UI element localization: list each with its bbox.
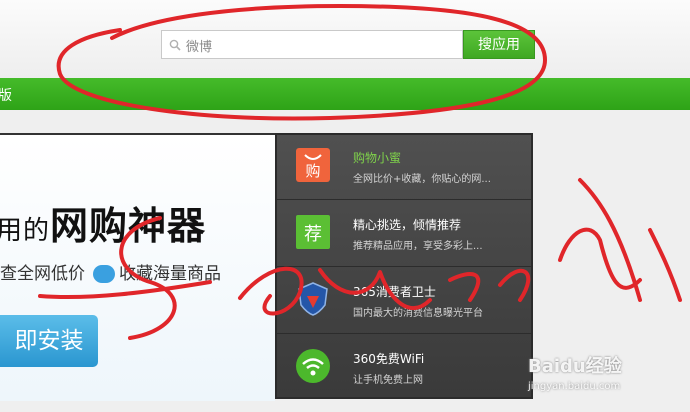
baidu-watermark-url: jingyan.baidu.com: [528, 381, 621, 392]
promo-banner[interactable]: 用的网购神器 查全网低价 收藏海量商品 即安装: [0, 133, 275, 401]
nav-bar: [0, 78, 690, 110]
recommend-icon: 荐: [296, 215, 330, 249]
search-button[interactable]: 搜应用: [463, 30, 535, 59]
cloud-upload-icon: [93, 265, 115, 283]
app-item-shopping[interactable]: 购 购物小蜜 全网比价+收藏，你贴心的网...: [277, 135, 531, 200]
wifi-icon: [296, 349, 330, 383]
search-icon: [169, 39, 181, 51]
app-name: 360免费WiFi: [353, 352, 425, 366]
search-input-value: 微博: [186, 40, 213, 55]
app-desc: 让手机免费上网: [353, 375, 423, 386]
app-desc: 国内最大的消费信息曝光平台: [353, 308, 483, 319]
feature-collect: 收藏海量商品: [119, 264, 221, 284]
svg-text:购: 购: [305, 162, 320, 180]
app-name: 精心挑选，倾情推荐: [353, 218, 462, 232]
baidu-watermark: Baidu经验: [528, 356, 622, 377]
app-item-consumer-guard[interactable]: 365消费者卫士 国内最大的消费信息曝光平台: [277, 269, 531, 334]
search-input[interactable]: 微博: [161, 30, 463, 59]
banner-title: 用的网购神器: [0, 204, 207, 248]
app-item-recommend[interactable]: 荐 精心挑选，倾情推荐 推荐精品应用，享受多彩上...: [277, 202, 531, 267]
install-button[interactable]: 即安装: [0, 315, 98, 367]
svg-text:荐: 荐: [304, 224, 322, 245]
app-name: 购物小蜜: [353, 151, 402, 165]
app-list-panel: 购 购物小蜜 全网比价+收藏，你贴心的网... 荐 精心挑选，倾情推荐 推荐精品…: [275, 133, 533, 399]
app-desc: 推荐精品应用，享受多彩上...: [353, 241, 483, 252]
app-name: 365消费者卫士: [353, 285, 436, 299]
banner-features: 查全网低价 收藏海量商品: [0, 259, 221, 284]
app-item-wifi[interactable]: 360免费WiFi 让手机免费上网: [277, 336, 531, 400]
nav-item[interactable]: 版: [0, 85, 12, 105]
shield-icon: [298, 282, 328, 316]
feature-compare: 查全网低价: [0, 264, 85, 284]
app-desc: 全网比价+收藏，你贴心的网...: [353, 174, 491, 185]
shopping-bag-icon: 购: [296, 148, 330, 182]
